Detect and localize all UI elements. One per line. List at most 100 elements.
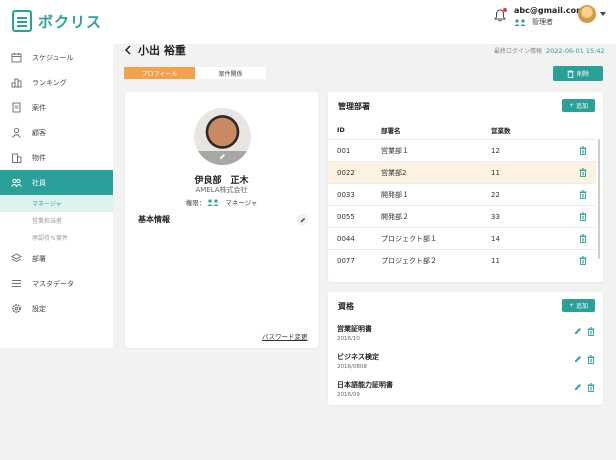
profile-permission: 権限： マネージャ — [125, 197, 318, 207]
add-qualification-button[interactable]: + 追加 — [562, 299, 595, 312]
column-header-id: ID — [337, 125, 345, 134]
gear-icon — [11, 303, 22, 314]
person-icon — [11, 127, 22, 138]
trash-icon[interactable] — [579, 206, 587, 227]
qualification-name: ビジネス検定 — [337, 353, 379, 361]
bell-icon[interactable] — [494, 8, 507, 22]
trash-icon[interactable] — [579, 162, 587, 183]
last-login-label: 最終ログイン情報 — [494, 48, 543, 55]
user-email: abc@gmail.com — [514, 6, 585, 15]
cell-name: 営業部2 — [381, 168, 407, 177]
trash-icon[interactable] — [579, 250, 587, 271]
departments-title: 管理部署 — [338, 102, 370, 111]
basic-info-title: 基本情報 — [138, 215, 170, 224]
people-icon — [11, 177, 22, 188]
table-row[interactable]: 0055 開発部２ 33 — [328, 205, 596, 227]
table-row[interactable]: 001 営業部１ 12 — [328, 139, 596, 161]
sidebar-subitem-manager[interactable]: マネージャ — [0, 195, 113, 212]
cell-name: プロジェクト部１ — [381, 234, 437, 243]
edit-basic-info-button[interactable] — [297, 214, 308, 225]
pencil-icon[interactable] — [574, 383, 582, 394]
sidebar-subitem-sales[interactable]: 営業担当者 — [0, 212, 113, 229]
app-logo[interactable]: ボクリス — [12, 10, 102, 32]
sidebar-item-label: マスタデータ — [32, 279, 74, 288]
permission-label: 権限： — [185, 199, 206, 207]
sidebar-item-label: 案件 — [32, 103, 46, 112]
plus-icon: + — [568, 102, 574, 109]
item-actions — [574, 383, 595, 394]
role-icon — [207, 198, 219, 206]
profile-card: 伊良部 正木 AMELA株式会社 権限： マネージャ 基本情報 パスワード変更 — [125, 92, 318, 348]
permission-value: マネージャ — [225, 199, 258, 207]
trash-icon[interactable] — [579, 184, 587, 205]
sidebar-item-projects[interactable]: 案件 — [0, 95, 113, 120]
trash-icon[interactable] — [579, 228, 587, 249]
pencil-icon[interactable] — [574, 327, 582, 338]
profile-photo — [194, 108, 251, 165]
list-item: 営業証明書 2016/10 — [337, 324, 595, 350]
cell-count: 11 — [491, 256, 500, 265]
cell-name: 営業部１ — [381, 146, 409, 155]
qualifications-title: 資格 — [338, 302, 354, 311]
table-row[interactable]: 0077 プロジェクト部２ 11 — [328, 249, 596, 271]
table-row[interactable]: 0033 開発部１ 22 — [328, 183, 596, 205]
sidebar-item-label: ランキング — [32, 78, 67, 87]
table-header: ID 部署名 営業数 — [328, 122, 603, 137]
top-bar: ボクリス abc@gmail.com 管理者 — [0, 0, 616, 44]
list-item: 日本語能力証明書 2016/09 — [337, 380, 595, 406]
tab-projects[interactable]: 案件関係 — [195, 67, 266, 79]
departments-card: 管理部署 + 追加 ID 部署名 営業数 001 営業部１ 12 0022 営業… — [328, 92, 603, 282]
column-header-name: 部署名 — [381, 126, 401, 135]
table-row[interactable]: 0044 プロジェクト部１ 14 — [328, 227, 596, 249]
change-password-link[interactable]: パスワード変更 — [262, 331, 308, 341]
cell-name: 開発部１ — [381, 190, 409, 199]
sidebar-subitem-pending[interactable]: 承認待ち案件 — [0, 229, 113, 246]
sidebar-item-ranking[interactable]: ランキング — [0, 70, 113, 95]
logo-text: ボクリス — [38, 12, 103, 31]
table-row[interactable]: 0022 営業部2 11 — [328, 161, 596, 183]
tab-profile[interactable]: プロフィール — [124, 67, 195, 79]
sidebar-item-label: 部署 — [32, 254, 46, 263]
sidebar-item-label: 社員 — [32, 178, 46, 187]
notification-dot — [503, 8, 507, 12]
avatar[interactable] — [578, 5, 596, 23]
sidebar-item-settings[interactable]: 設定 — [0, 296, 113, 321]
sidebar-subitem-label: マネージャ — [32, 201, 62, 208]
document-icon — [11, 102, 22, 113]
user-info[interactable]: abc@gmail.com 管理者 — [514, 6, 584, 27]
add-department-button[interactable]: + 追加 — [562, 99, 595, 112]
trash-icon[interactable] — [587, 355, 595, 366]
cell-count: 11 — [491, 168, 500, 177]
scrollbar[interactable] — [598, 139, 600, 259]
trash-icon[interactable] — [587, 383, 595, 394]
chevron-down-icon[interactable] — [600, 12, 606, 16]
sidebar-item-customers[interactable]: 顧客 — [0, 120, 113, 145]
item-actions — [574, 355, 595, 366]
ranking-icon — [11, 77, 22, 88]
sidebar-item-properties[interactable]: 物件 — [0, 145, 113, 170]
sidebar-item-employees[interactable]: 社員 — [0, 170, 113, 195]
cell-id: 0055 — [337, 212, 355, 221]
qualification-name: 営業証明書 — [337, 325, 372, 333]
cell-count: 14 — [491, 234, 500, 243]
sidebar: スケジュール ランキング 案件 顧客 物件 社員 マネージャ 営業担当者 承認待… — [0, 44, 113, 348]
cell-id: 0077 — [337, 256, 355, 265]
back-arrow-icon[interactable] — [124, 45, 132, 55]
tab-bar: プロフィール 案件関係 — [124, 67, 266, 79]
last-login-value: 2022-06-01 15:42 — [546, 47, 605, 55]
sidebar-item-master-data[interactable]: マスタデータ — [0, 271, 113, 296]
page-title-text: 小出 裕重 — [138, 44, 186, 57]
sidebar-item-schedule[interactable]: スケジュール — [0, 45, 113, 70]
qualification-name: 日本語能力証明書 — [337, 381, 393, 389]
delete-button-label: 削除 — [576, 71, 589, 78]
trash-icon[interactable] — [587, 327, 595, 338]
cell-count: 12 — [491, 146, 500, 155]
building-icon — [11, 152, 22, 163]
pencil-icon[interactable] — [219, 153, 226, 162]
delete-button[interactable]: 削除 — [553, 66, 603, 81]
trash-icon[interactable] — [579, 140, 587, 161]
pencil-icon[interactable] — [574, 355, 582, 366]
cell-name: 開発部２ — [381, 212, 409, 221]
sidebar-item-departments[interactable]: 部署 — [0, 246, 113, 271]
cell-count: 33 — [491, 212, 500, 221]
